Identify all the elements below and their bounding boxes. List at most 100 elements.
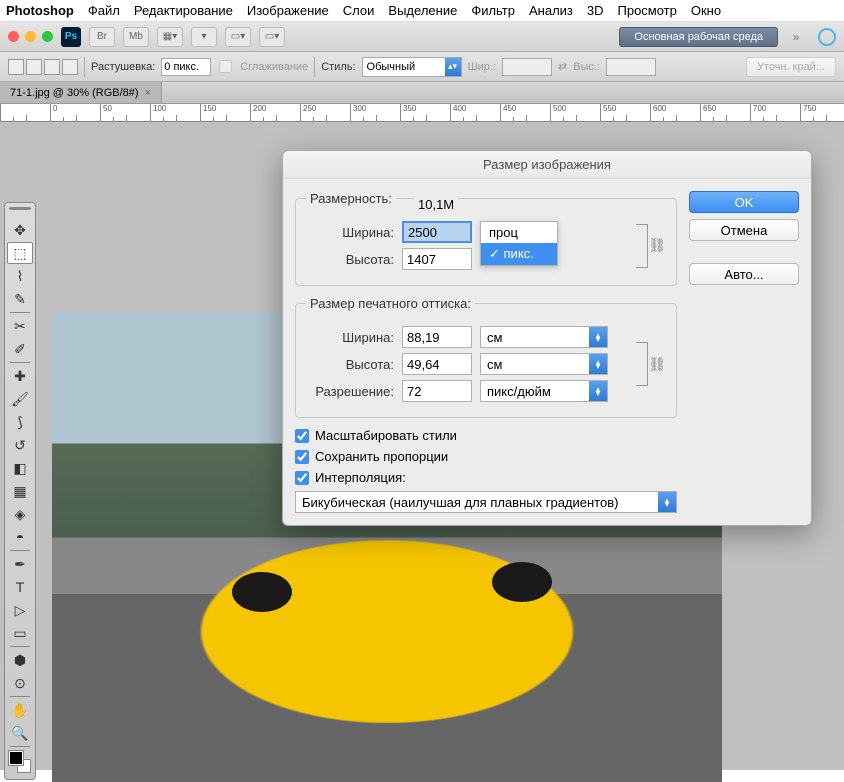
dodge-tool[interactable]: ◓: [7, 526, 33, 548]
resample-label: Интерполяция:: [315, 470, 406, 485]
opt-height-input[interactable]: [606, 58, 656, 76]
eraser-tool[interactable]: ◧: [7, 457, 33, 479]
app-bar: Ps Br Mb ▦▾ ▾ ▭▾ ▭▾ Основная рабочая сре…: [0, 22, 844, 52]
cancel-button[interactable]: Отмена: [689, 219, 799, 241]
menu-window[interactable]: Окно: [691, 3, 721, 18]
image-size-dialog: Размер изображения Размерность: 10,1M Ши…: [282, 150, 812, 526]
hand-tool[interactable]: ✋: [7, 699, 33, 721]
unit-dropdown[interactable]: проц пикс.: [480, 221, 558, 266]
close-tab-icon[interactable]: ×: [145, 87, 151, 99]
3d-camera-tool[interactable]: ⊙: [7, 672, 33, 694]
print-height-input[interactable]: [402, 353, 472, 375]
crop-tool[interactable]: ✂: [7, 315, 33, 337]
antialias-label: Сглаживание: [240, 61, 308, 73]
window-controls: [8, 31, 53, 42]
menu-file[interactable]: Файл: [88, 3, 120, 18]
marquee-tool[interactable]: ⬚: [7, 242, 33, 264]
lasso-tool[interactable]: ⌇: [7, 265, 33, 287]
clone-stamp-tool[interactable]: ⟆: [7, 411, 33, 433]
options-bar: Растушевка: Сглаживание Стиль: Обычный▴▾…: [0, 52, 844, 82]
print-height-unit[interactable]: см▴▾: [480, 353, 608, 375]
print-height-label: Высота:: [306, 357, 394, 372]
zoom-tool[interactable]: 🔍: [7, 722, 33, 744]
ok-button[interactable]: OK: [689, 191, 799, 213]
resolution-input[interactable]: [402, 380, 472, 402]
print-width-input[interactable]: [402, 326, 472, 348]
quick-select-tool[interactable]: ✎: [7, 288, 33, 310]
blur-tool[interactable]: ◈: [7, 503, 33, 525]
type-tool[interactable]: T: [7, 576, 33, 598]
healing-brush-tool[interactable]: ✚: [7, 365, 33, 387]
document-tabs: 71-1.jpg @ 30% (RGB/8#) ×: [0, 82, 844, 104]
3d-tool[interactable]: ⬢: [7, 649, 33, 671]
toolbox: ✥ ⬚ ⌇ ✎ ✂ ✐ ✚ 🖌 ⟆ ↺ ◧ ▦ ◈ ◓ ✒ T ▷ ▭ ⬢ ⊙ …: [4, 202, 36, 780]
scale-styles-label: Масштабировать стили: [315, 428, 457, 443]
horizontal-ruler: 0 50 100 150 200 250 300 350 400 450 500…: [0, 104, 844, 122]
arrange-button[interactable]: ▭▾: [225, 27, 251, 47]
pen-tool[interactable]: ✒: [7, 553, 33, 575]
feather-input[interactable]: [161, 58, 211, 76]
resample-checkbox[interactable]: [295, 471, 309, 485]
feather-label: Растушевка:: [91, 61, 155, 73]
menu-analysis[interactable]: Анализ: [529, 3, 573, 18]
menu-select[interactable]: Выделение: [388, 3, 457, 18]
bridge-button[interactable]: Br: [89, 27, 115, 47]
workspace-switcher[interactable]: Основная рабочая среда: [619, 27, 778, 47]
link-icon: ⛓: [648, 237, 666, 254]
minibridge-button[interactable]: Mb: [123, 27, 149, 47]
style-label: Стиль:: [321, 61, 355, 73]
history-brush-tool[interactable]: ↺: [7, 434, 33, 456]
print-width-unit[interactable]: см▴▾: [480, 326, 608, 348]
more-workspaces[interactable]: »: [786, 27, 806, 47]
link-bracket: [636, 224, 648, 268]
marquee-presets[interactable]: [8, 59, 78, 75]
close-window[interactable]: [8, 31, 19, 42]
color-swatches[interactable]: [7, 749, 33, 775]
menu-view[interactable]: Просмотр: [618, 3, 677, 18]
menu-filter[interactable]: Фильтр: [471, 3, 515, 18]
px-height-label: Высота:: [306, 252, 394, 267]
opt-height-label: Выс.:: [573, 61, 600, 73]
minimize-window[interactable]: [25, 31, 36, 42]
menu-layers[interactable]: Слои: [343, 3, 375, 18]
print-size-legend: Размер печатного оттиска:: [306, 296, 475, 311]
refine-edge-button[interactable]: Уточн. край...: [746, 57, 836, 77]
antialias-checkbox[interactable]: [219, 60, 232, 73]
resample-method-select[interactable]: Бикубическая (наилучшая для плавных град…: [295, 491, 677, 513]
menu-3d[interactable]: 3D: [587, 3, 604, 18]
style-select[interactable]: Обычный▴▾: [362, 57, 462, 77]
px-width-label: Ширина:: [306, 225, 394, 240]
zoom-level-button[interactable]: ▾: [191, 27, 217, 47]
constrain-proportions-label: Сохранить пропорции: [315, 449, 448, 464]
document-tab[interactable]: 71-1.jpg @ 30% (RGB/8#) ×: [0, 82, 162, 103]
unit-option-percent[interactable]: проц: [481, 222, 557, 243]
screen-mode-button[interactable]: ▭▾: [259, 27, 285, 47]
view-extras-button[interactable]: ▦▾: [157, 27, 183, 47]
path-select-tool[interactable]: ▷: [7, 599, 33, 621]
brush-tool[interactable]: 🖌: [7, 388, 33, 410]
scale-styles-checkbox[interactable]: [295, 429, 309, 443]
shape-tool[interactable]: ▭: [7, 622, 33, 644]
gradient-tool[interactable]: ▦: [7, 480, 33, 502]
app-name: Photoshop: [6, 3, 74, 18]
file-size: 10,1M: [414, 197, 458, 212]
pixel-dimensions-group: Размерность: 10,1M Ширина: ▴▾: [295, 191, 677, 286]
pixel-dim-legend: Размерность:: [306, 191, 396, 206]
swap-icon[interactable]: ⇄: [558, 60, 567, 73]
resolution-unit[interactable]: пикс/дюйм▴▾: [480, 380, 608, 402]
px-height-input[interactable]: [402, 248, 472, 270]
px-width-input[interactable]: [402, 221, 472, 243]
menu-image[interactable]: Изображение: [247, 3, 329, 18]
document-tab-label: 71-1.jpg @ 30% (RGB/8#): [10, 87, 139, 99]
eyedropper-tool[interactable]: ✐: [7, 338, 33, 360]
search-icon[interactable]: [818, 28, 836, 46]
photoshop-icon: Ps: [61, 27, 81, 47]
opt-width-input[interactable]: [502, 58, 552, 76]
unit-option-pixels[interactable]: пикс.: [481, 243, 557, 265]
zoom-window[interactable]: [42, 31, 53, 42]
link-bracket-print: [636, 342, 648, 386]
constrain-proportions-checkbox[interactable]: [295, 450, 309, 464]
auto-button[interactable]: Авто...: [689, 263, 799, 285]
menu-edit[interactable]: Редактирование: [134, 3, 233, 18]
move-tool[interactable]: ✥: [7, 219, 33, 241]
